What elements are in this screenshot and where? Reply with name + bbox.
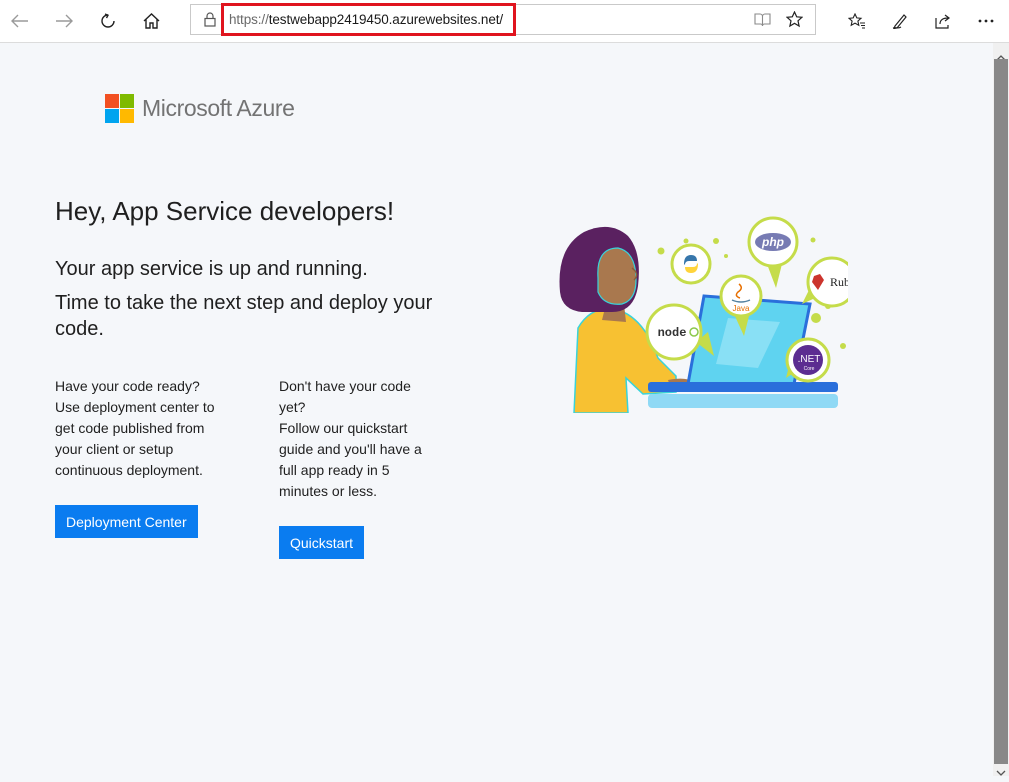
description-line: Follow our quickstart [279,420,408,436]
description-line: your client or setup [55,441,174,457]
page-headline: Hey, App Service developers! [55,196,395,226]
php-bubble: php [747,216,799,288]
url-text[interactable]: https://testwebapp2419450.azurewebsites.… [229,12,503,27]
dotnet-bubble: .NET Core [785,337,831,383]
vertical-scrollbar[interactable] [993,43,1009,776]
share-icon[interactable] [925,4,961,38]
microsoft-logo-icon [105,94,134,123]
forward-arrow-icon[interactable] [46,4,82,38]
favorites-icon[interactable] [839,4,875,38]
url-scheme: https:// [229,12,269,27]
pen-icon[interactable] [882,4,918,38]
description-line: full app ready in 5 [279,462,390,478]
logo-text: Microsoft Azure [142,95,295,121]
back-arrow-icon[interactable] [2,4,38,38]
deployment-center-button[interactable]: Deployment Center [55,505,198,538]
deployment-center-description: Have your code ready? Use deployment cen… [55,376,235,481]
quickstart-description: Don't have your code yet? Follow our qui… [279,376,439,502]
quickstart-button[interactable]: Quickstart [279,526,365,559]
address-bar[interactable]: https://testwebapp2419450.azurewebsites.… [190,3,816,36]
reading-view-icon[interactable] [754,12,771,32]
dotnet-core-label: Core [804,366,815,372]
description-line: Have your code ready? [55,378,200,394]
scroll-down-arrow-icon[interactable] [996,764,1006,782]
home-icon[interactable] [133,4,169,38]
star-icon[interactable] [785,10,804,33]
ruby-label: Ruby [830,275,848,289]
ruby-bubble: Ruby [802,256,848,308]
lock-icon [204,12,216,32]
description-line: Use deployment center to [55,399,215,415]
status-subheading: Your app service is up and running. [55,258,368,280]
description-line: guide and you'll have a [279,441,422,457]
url-host: testwebapp2419450.azurewebsites.net/ [268,12,504,27]
microsoft-azure-logo: Microsoft Azure [105,94,295,123]
dotnet-label: .NET [798,354,821,365]
developer-illustration: php Java Ruby node .NET Core [559,216,848,413]
node-label: node [658,326,687,340]
scrollbar-thumb[interactable] [994,59,1008,764]
description-line: Don't have your code [279,378,411,394]
description-line: get code published from [55,420,205,436]
next-step-subheading: Time to take the next step and deploy yo… [55,292,433,340]
description-line: yet? [279,399,306,415]
refresh-icon[interactable] [90,4,126,38]
python-bubble [670,243,712,285]
browser-toolbar: https://testwebapp2419450.azurewebsites.… [0,0,1009,43]
description-line: continuous deployment. [55,462,203,478]
php-label: php [761,235,784,249]
description-line: minutes or less. [279,483,378,499]
more-icon[interactable] [968,4,1004,38]
java-label: Java [733,304,750,313]
